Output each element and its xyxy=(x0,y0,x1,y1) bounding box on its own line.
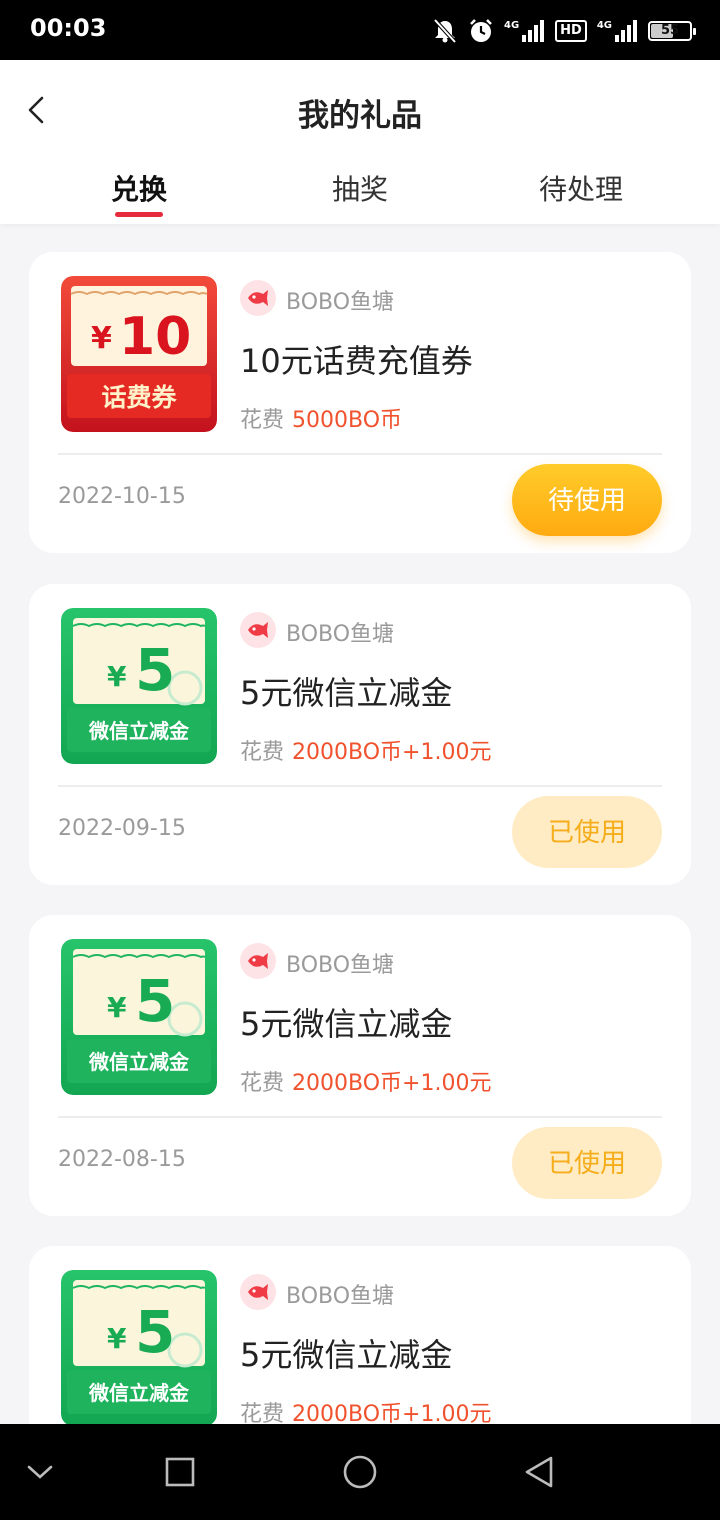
app-header: 我的礼品 兑换 抽奖 待处理 xyxy=(0,60,720,224)
status-bar: 00:03 4G HD 4G 55 xyxy=(0,0,720,60)
redeem-date: 2022-09-15 xyxy=(58,816,186,841)
coupon-type-label: 话费券 xyxy=(101,383,177,412)
coupon-amount: 5 xyxy=(135,967,175,1035)
gift-card[interactable]: ¥ 5 微信立减金 BOBO鱼塘 5元微信立减金 花费 2000BO币+1.00元… xyxy=(29,584,691,885)
hd-badge: HD xyxy=(555,20,587,42)
coupon-type-label: 微信立减金 xyxy=(88,1381,190,1405)
mute-bell-icon xyxy=(433,18,457,44)
cost-value: 2000BO币+1.00元 xyxy=(292,740,492,765)
coupon-image-wechat-discount: ¥ 5 微信立减金 xyxy=(61,608,217,764)
fish-shop-logo-icon xyxy=(240,1274,276,1310)
status-time: 00:03 xyxy=(30,14,107,42)
battery-level: 55 xyxy=(660,23,680,38)
system-nav-bar xyxy=(0,1424,720,1520)
tab-exchange[interactable]: 兑换 xyxy=(59,168,219,208)
battery-icon: 55 xyxy=(648,21,696,41)
back-triangle-icon[interactable] xyxy=(519,1452,559,1492)
coupon-image-wechat-discount: ¥ 5 微信立减金 xyxy=(61,939,217,1095)
gift-name: 5元微信立减金 xyxy=(240,1336,453,1374)
gift-status-button[interactable]: 待使用 xyxy=(512,464,662,536)
cost-label: 花费 xyxy=(240,740,285,765)
coupon-type-label: 微信立减金 xyxy=(88,1050,190,1074)
gift-cost: 花费 2000BO币+1.00元 xyxy=(240,1065,491,1097)
coupon-type-label: 微信立减金 xyxy=(88,719,190,743)
alarm-clock-icon xyxy=(470,19,492,42)
gift-name: 5元微信立减金 xyxy=(240,674,453,712)
coupon-amount: 5 xyxy=(135,636,175,704)
signal-group-1: 4G xyxy=(504,20,545,42)
gift-status-button[interactable]: 已使用 xyxy=(512,796,662,868)
shop-name: BOBO鱼塘 xyxy=(286,953,395,978)
signal-bars-icon-2 xyxy=(615,20,637,42)
coupon-currency: ¥ xyxy=(107,660,127,693)
coupon-image-phone-credit: ¥ 10 话费券 xyxy=(61,276,217,432)
fish-shop-logo-icon xyxy=(240,612,276,648)
card-divider xyxy=(58,453,662,455)
home-circle-icon[interactable] xyxy=(340,1452,380,1492)
gift-card[interactable]: ¥ 5 微信立减金 BOBO鱼塘 5元微信立减金 花费 2000BO币+1.00元… xyxy=(29,915,691,1216)
coupon-image-wechat-discount: ¥ 5 微信立减金 xyxy=(61,1270,217,1426)
network-type-label-2: 4G xyxy=(596,20,612,31)
redeem-date: 2022-10-15 xyxy=(58,484,186,509)
fish-shop-logo-icon xyxy=(240,280,276,316)
shop-name: BOBO鱼塘 xyxy=(286,290,395,315)
status-icons: 4G HD 4G 55 xyxy=(432,16,696,46)
gift-name: 10元话费充值券 xyxy=(240,342,473,380)
gift-cost: 花费 5000BO币 xyxy=(240,402,402,434)
gift-status-button[interactable]: 已使用 xyxy=(512,1127,662,1199)
coupon-currency: ¥ xyxy=(107,1322,127,1355)
gift-name: 5元微信立减金 xyxy=(240,1005,453,1043)
redeem-date: 2022-08-15 xyxy=(58,1147,186,1172)
signal-bars-icon xyxy=(522,20,545,42)
page-title: 我的礼品 xyxy=(298,98,422,134)
coupon-currency: ¥ xyxy=(91,321,112,356)
card-divider xyxy=(58,785,662,787)
shop-name: BOBO鱼塘 xyxy=(286,1284,395,1309)
cost-value: 5000BO币 xyxy=(292,408,403,433)
coupon-amount: 5 xyxy=(135,1298,175,1366)
tab-lottery[interactable]: 抽奖 xyxy=(280,168,440,208)
cost-label: 花费 xyxy=(240,1071,285,1096)
shop-name: BOBO鱼塘 xyxy=(286,622,395,647)
coupon-amount: 10 xyxy=(119,307,191,367)
gift-cost: 花费 2000BO币+1.00元 xyxy=(240,734,491,766)
active-tab-indicator xyxy=(115,212,163,217)
recent-apps-square-icon[interactable] xyxy=(160,1452,200,1492)
cost-label: 花费 xyxy=(240,408,285,433)
cost-value: 2000BO币+1.00元 xyxy=(292,1071,492,1096)
tab-bar: 兑换 抽奖 待处理 xyxy=(0,162,720,222)
gift-card[interactable]: ¥ 10 话费券 BOBO鱼塘 10元话费充值券 花费 5000BO币 2022-… xyxy=(29,252,691,553)
fish-shop-logo-icon xyxy=(240,943,276,979)
card-divider xyxy=(58,1116,662,1118)
tab-pending[interactable]: 待处理 xyxy=(501,168,661,208)
network-type-label: 4G xyxy=(503,20,520,31)
chevron-down-icon[interactable] xyxy=(20,1452,60,1492)
signal-group-2: 4G xyxy=(597,20,638,42)
coupon-currency: ¥ xyxy=(107,991,127,1024)
